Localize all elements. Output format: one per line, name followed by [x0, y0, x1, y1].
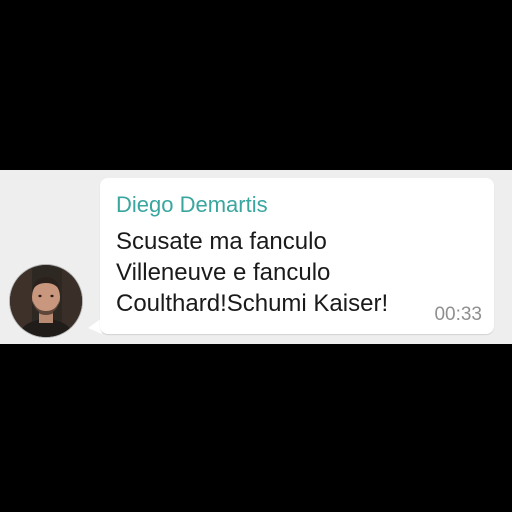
message-timestamp: 00:33: [434, 304, 482, 325]
message-line: Scusate ma fanculo: [116, 228, 327, 255]
message-line: Villeneuve e fanculo: [116, 259, 331, 286]
user-avatar-image: [10, 265, 82, 337]
avatar[interactable]: [10, 265, 82, 337]
sender-name[interactable]: Diego Demartis: [116, 192, 268, 218]
message-bubble[interactable]: Diego Demartis Scusate ma fanculo Villen…: [100, 178, 494, 334]
message-line: Coulthard!Schumi Kaiser!: [116, 290, 389, 317]
message-text: Scusate ma fanculo Villeneuve e fanculo …: [116, 226, 436, 319]
